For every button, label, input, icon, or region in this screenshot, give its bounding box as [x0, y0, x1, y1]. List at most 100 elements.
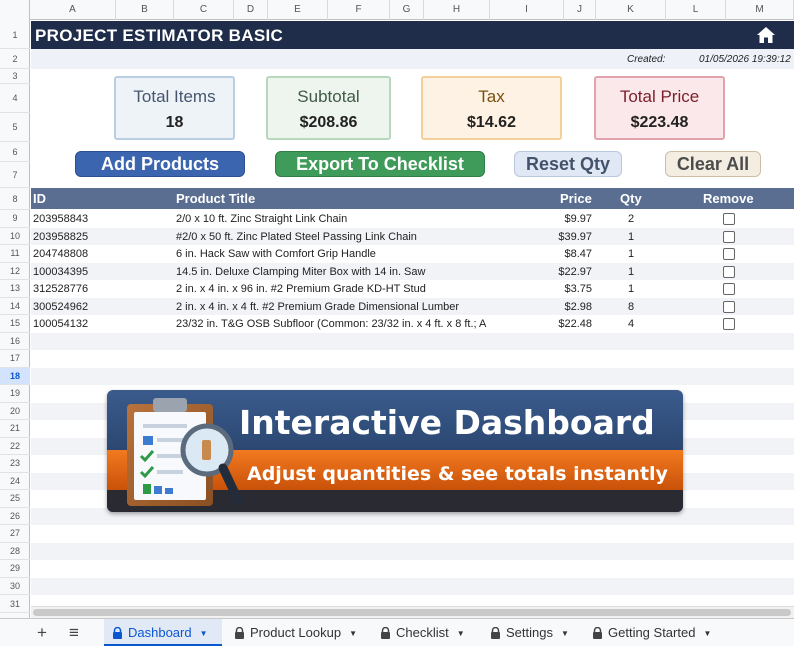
- export-to-checklist-button[interactable]: Export To Checklist: [275, 151, 485, 177]
- remove-checkbox[interactable]: [723, 318, 735, 330]
- add-products-button[interactable]: Add Products: [75, 151, 245, 177]
- row-header[interactable]: 21: [0, 420, 30, 438]
- lock-icon: [491, 627, 500, 639]
- cell-qty[interactable]: 1: [621, 283, 641, 295]
- chevron-down-icon[interactable]: ▼: [457, 620, 465, 646]
- row-header[interactable]: 3: [0, 69, 30, 84]
- remove-checkbox[interactable]: [723, 283, 735, 295]
- row-header[interactable]: 27: [0, 525, 30, 543]
- card-label: Tax: [478, 87, 505, 106]
- column-header[interactable]: F: [328, 0, 390, 20]
- horizontal-scrollbar[interactable]: [31, 606, 794, 618]
- column-header[interactable]: M: [726, 0, 794, 20]
- menu-icon[interactable]: ≡: [69, 623, 79, 643]
- chevron-down-icon[interactable]: ▼: [349, 620, 357, 646]
- home-icon[interactable]: [756, 25, 776, 45]
- card-value: 18: [165, 114, 184, 131]
- sheet-tab-label: Getting Started: [608, 625, 696, 640]
- row-header[interactable]: 6: [0, 142, 30, 162]
- row-header[interactable]: 18: [0, 367, 30, 385]
- chevron-down-icon[interactable]: ▼: [200, 620, 208, 646]
- clear-all-button[interactable]: Clear All: [665, 151, 761, 177]
- cell-id: 100054132: [33, 318, 89, 330]
- created-label: Created:: [627, 54, 666, 65]
- scrollbar-thumb[interactable]: [33, 609, 791, 616]
- row-header[interactable]: 13: [0, 280, 30, 298]
- sheet-tab-label: Settings: [506, 625, 553, 640]
- banner-graphic: Interactive Dashboard Adjust quantities …: [107, 390, 683, 512]
- sheet-tab-label: Dashboard: [128, 625, 192, 640]
- cell-price: $22.48: [558, 318, 592, 330]
- cell-price: $2.98: [564, 300, 592, 313]
- sheet-tab[interactable]: Checklist ▼: [372, 619, 476, 646]
- row-header[interactable]: 2: [0, 49, 30, 69]
- cell-id: 312528776: [33, 283, 89, 295]
- sheet-tab[interactable]: Dashboard ▼: [104, 619, 222, 646]
- chevron-down-icon[interactable]: ▼: [703, 620, 711, 646]
- card-value: $14.62: [467, 114, 516, 131]
- remove-checkbox[interactable]: [723, 265, 735, 278]
- row-header[interactable]: 5: [0, 113, 30, 142]
- cell-qty[interactable]: 1: [621, 231, 641, 243]
- select-all-corner[interactable]: [0, 0, 30, 20]
- column-header[interactable]: C: [174, 0, 234, 20]
- table-row: 100034395 14.5 in. Deluxe Clamping Miter …: [31, 262, 794, 280]
- column-header[interactable]: G: [390, 0, 424, 20]
- cell-qty[interactable]: 1: [621, 266, 641, 278]
- remove-checkbox[interactable]: [723, 213, 735, 225]
- table-row: 204748808 6 in. Hack Saw with Comfort Gri…: [31, 245, 794, 263]
- row-header[interactable]: 26: [0, 508, 30, 525]
- plus-icon[interactable]: +: [37, 623, 47, 643]
- column-header[interactable]: H: [424, 0, 490, 20]
- sheet-tab[interactable]: Product Lookup ▼: [226, 619, 366, 646]
- row-header[interactable]: 11: [0, 245, 30, 263]
- cell-product-title: #2/0 x 50 ft. Zinc Plated Steel Passing …: [176, 230, 417, 243]
- cell-qty[interactable]: 4: [621, 318, 641, 330]
- column-header[interactable]: B: [116, 0, 174, 20]
- row-header[interactable]: 9: [0, 210, 30, 228]
- chevron-down-icon[interactable]: ▼: [561, 620, 569, 646]
- cell-qty[interactable]: 1: [621, 248, 641, 260]
- row-header[interactable]: 10: [0, 228, 30, 245]
- column-header[interactable]: A: [30, 0, 116, 20]
- remove-checkbox[interactable]: [723, 300, 735, 313]
- sheet-tab[interactable]: Getting Started ▼: [584, 619, 720, 646]
- cell-qty[interactable]: 2: [621, 213, 641, 225]
- column-header[interactable]: L: [666, 0, 726, 20]
- row-header[interactable]: 1: [0, 21, 30, 49]
- lock-icon: [593, 627, 602, 639]
- reset-qty-button[interactable]: Reset Qty: [514, 151, 622, 177]
- row-header[interactable]: 4: [0, 84, 30, 113]
- column-header[interactable]: D: [234, 0, 268, 20]
- row-header[interactable]: 12: [0, 263, 30, 280]
- sheet-tab[interactable]: Settings ▼: [482, 619, 578, 646]
- row-header[interactable]: 28: [0, 543, 30, 560]
- card-value: $223.48: [630, 114, 689, 131]
- cell-product-title: 2/0 x 10 ft. Zinc Straight Link Chain: [176, 213, 348, 225]
- column-header[interactable]: I: [490, 0, 564, 20]
- row-header[interactable]: 8: [0, 188, 30, 210]
- column-header[interactable]: J: [564, 0, 596, 20]
- remove-checkbox[interactable]: [723, 248, 735, 260]
- row-header[interactable]: 30: [0, 578, 30, 595]
- row-header[interactable]: 7: [0, 162, 30, 188]
- row-header[interactable]: 17: [0, 350, 30, 368]
- row-header[interactable]: 15: [0, 315, 30, 333]
- row-header[interactable]: 29: [0, 560, 30, 578]
- row-header[interactable]: 25: [0, 490, 30, 508]
- tax-card: Tax $14.62: [421, 76, 562, 140]
- cell-qty[interactable]: 8: [621, 301, 641, 313]
- row-header[interactable]: 19: [0, 385, 30, 403]
- column-header[interactable]: E: [268, 0, 328, 20]
- row-header[interactable]: 16: [0, 333, 30, 350]
- row-header[interactable]: 31: [0, 595, 30, 613]
- row-header[interactable]: 20: [0, 403, 30, 420]
- row-header[interactable]: 14: [0, 298, 30, 315]
- remove-checkbox[interactable]: [723, 230, 735, 243]
- column-header[interactable]: K: [596, 0, 666, 20]
- row-header[interactable]: 24: [0, 473, 30, 490]
- table-row: 100054132 23/32 in. T&G OSB Subfloor (Com…: [31, 315, 794, 333]
- row-header[interactable]: 22: [0, 438, 30, 455]
- row-header[interactable]: 23: [0, 455, 30, 473]
- cell-id: 203958843: [33, 213, 89, 225]
